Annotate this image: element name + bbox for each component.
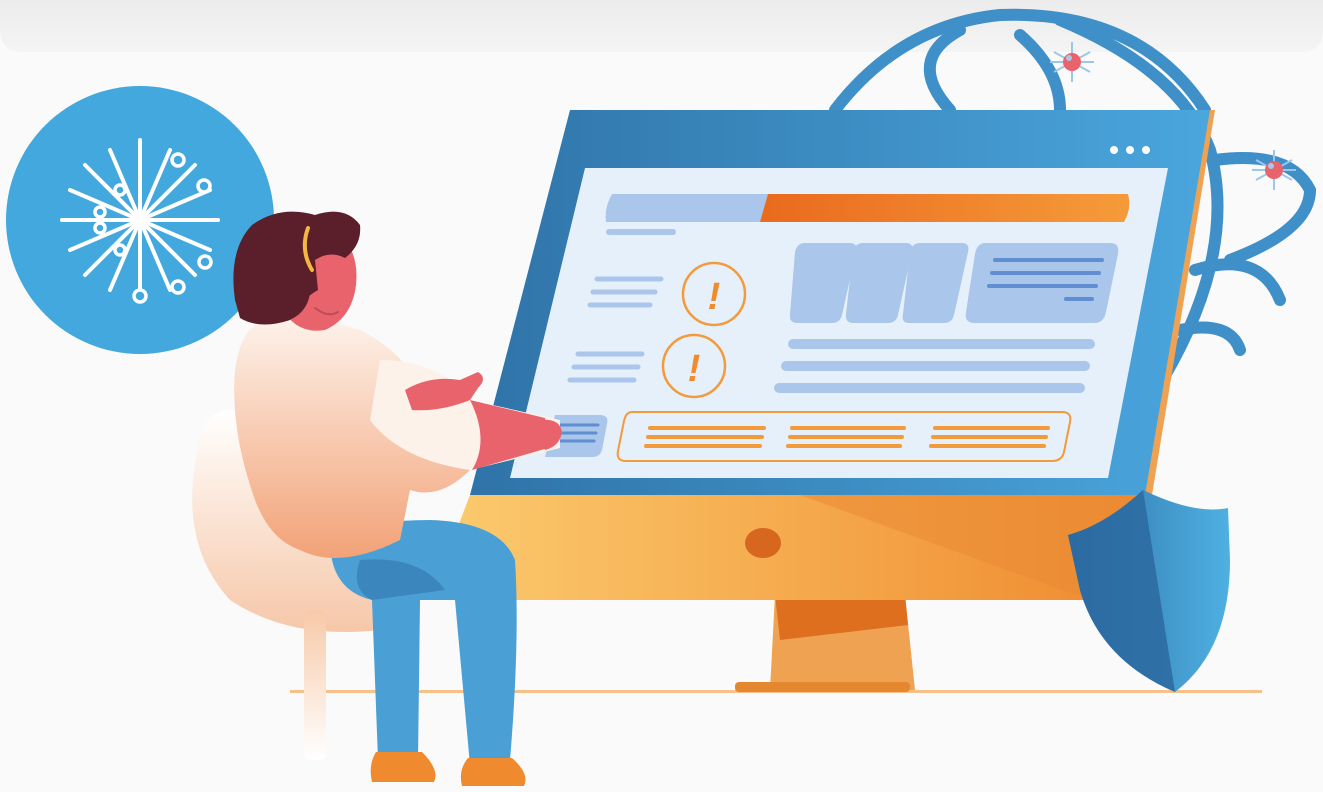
monitor-stand	[735, 595, 915, 692]
security-scan-illustration: ! !	[0, 0, 1323, 786]
window-controls	[1110, 146, 1150, 154]
scan-progress-track	[605, 194, 768, 222]
monitor-illustration: ! !	[470, 110, 1215, 495]
text-line	[606, 229, 676, 235]
scan-progress-fill	[760, 194, 1130, 222]
svg-text:!: !	[688, 348, 701, 390]
svg-text:!: !	[708, 276, 721, 318]
monitor-button	[745, 528, 781, 558]
network-hub-icon	[6, 86, 274, 354]
card-row	[789, 243, 1119, 323]
